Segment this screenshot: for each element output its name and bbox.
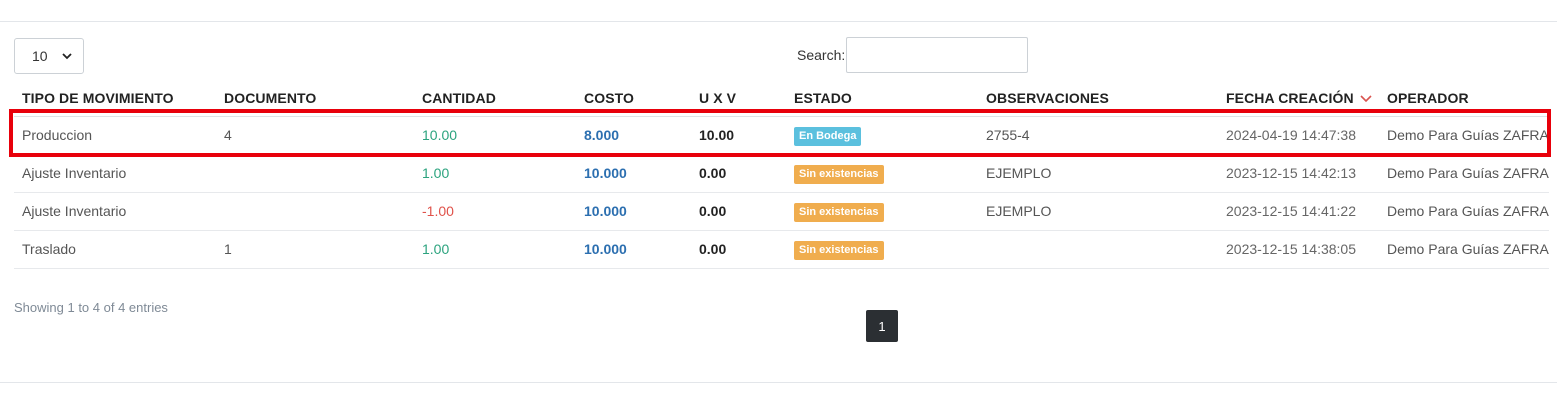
- cell-cantidad: 1.00: [422, 165, 450, 181]
- column-header-fecha[interactable]: FECHA CREACIÓN: [1226, 90, 1354, 106]
- sort-desc-icon[interactable]: [1359, 91, 1373, 105]
- page-length-select[interactable]: 10: [14, 38, 84, 74]
- status-badge: En Bodega: [794, 127, 862, 146]
- cell-estado: En Bodega: [794, 126, 862, 146]
- cell-operador: Demo Para Guías ZAFRA: [1387, 127, 1549, 143]
- table-row[interactable]: Ajuste Inventario -1.00 10.000 0.00 Sin exis…: [14, 192, 1549, 231]
- cell-operador: Demo Para Guías ZAFRA: [1387, 203, 1549, 219]
- cell-estado: Sin existencias: [794, 202, 884, 222]
- cell-fecha: 2023-12-15 14:38:05: [1226, 241, 1356, 257]
- pagination-page-button[interactable]: 1: [866, 310, 898, 342]
- table-header: TIPO DE MOVIMIENTO DOCUMENTO CANTIDAD CO…: [14, 80, 1549, 117]
- cell-tipo: Traslado: [22, 241, 76, 257]
- cell-documento: 1: [224, 241, 232, 257]
- page-length-value: 10: [32, 48, 48, 64]
- cell-costo: 10.000: [584, 165, 627, 181]
- column-header-uxv[interactable]: U X V: [699, 90, 736, 106]
- cell-tipo: Ajuste Inventario: [22, 203, 127, 219]
- cell-uxv: 0.00: [699, 241, 727, 257]
- cell-cantidad: -1.00: [422, 203, 454, 219]
- cell-observaciones: EJEMPLO: [986, 165, 1052, 181]
- cell-estado: Sin existencias: [794, 240, 884, 260]
- column-header-costo[interactable]: COSTO: [584, 90, 634, 106]
- column-header-cantidad[interactable]: CANTIDAD: [422, 90, 496, 106]
- table-row[interactable]: Ajuste Inventario 1.00 10.000 0.00 Sin exist…: [14, 154, 1549, 193]
- cell-tipo: Ajuste Inventario: [22, 165, 127, 181]
- cell-fecha: 2023-12-15 14:42:13: [1226, 165, 1356, 181]
- cell-observaciones: EJEMPLO: [986, 203, 1052, 219]
- cell-costo: 8.000: [584, 127, 620, 143]
- cell-estado: Sin existencias: [794, 164, 884, 184]
- cell-uxv: 10.00: [699, 127, 735, 143]
- cell-costo: 10.000: [584, 203, 627, 219]
- search-area: Search:: [797, 37, 1029, 73]
- cell-uxv: 0.00: [699, 165, 727, 181]
- search-input[interactable]: [846, 37, 1029, 73]
- cell-operador: Demo Para Guías ZAFRA: [1387, 165, 1549, 181]
- cell-observaciones: 2755-4: [986, 127, 1030, 143]
- top-divider: [0, 21, 1557, 22]
- cell-fecha: 2024-04-19 14:47:38: [1226, 127, 1356, 143]
- cell-costo: 10.000: [584, 241, 627, 257]
- column-header-documento[interactable]: DOCUMENTO: [224, 90, 316, 106]
- table-row[interactable]: Produccion 4 10.00 8.000 10.00 En Bodega 2755-…: [14, 116, 1549, 155]
- status-badge: Sin existencias: [794, 165, 884, 184]
- cell-cantidad: 10.00: [422, 127, 458, 143]
- status-badge: Sin existencias: [794, 241, 884, 260]
- chevron-down-icon: [62, 53, 72, 60]
- column-header-operador[interactable]: OPERADOR: [1387, 90, 1469, 106]
- column-header-observaciones[interactable]: OBSERVACIONES: [986, 90, 1109, 106]
- bottom-divider: [0, 382, 1557, 383]
- search-label: Search:: [797, 47, 846, 63]
- cell-fecha: 2023-12-15 14:41:22: [1226, 203, 1356, 219]
- column-header-estado[interactable]: ESTADO: [794, 90, 852, 106]
- column-header-tipo[interactable]: TIPO DE MOVIMIENTO: [22, 90, 174, 106]
- cell-uxv: 0.00: [699, 203, 727, 219]
- status-badge: Sin existencias: [794, 203, 884, 222]
- table-info: Showing 1 to 4 of 4 entries: [14, 300, 168, 315]
- cell-cantidad: 1.00: [422, 241, 450, 257]
- table-row[interactable]: Traslado 1 1.00 10.000 0.00 Sin existencias 20…: [14, 230, 1549, 269]
- cell-tipo: Produccion: [22, 127, 93, 143]
- cell-operador: Demo Para Guías ZAFRA: [1387, 241, 1549, 257]
- cell-documento: 4: [224, 127, 232, 143]
